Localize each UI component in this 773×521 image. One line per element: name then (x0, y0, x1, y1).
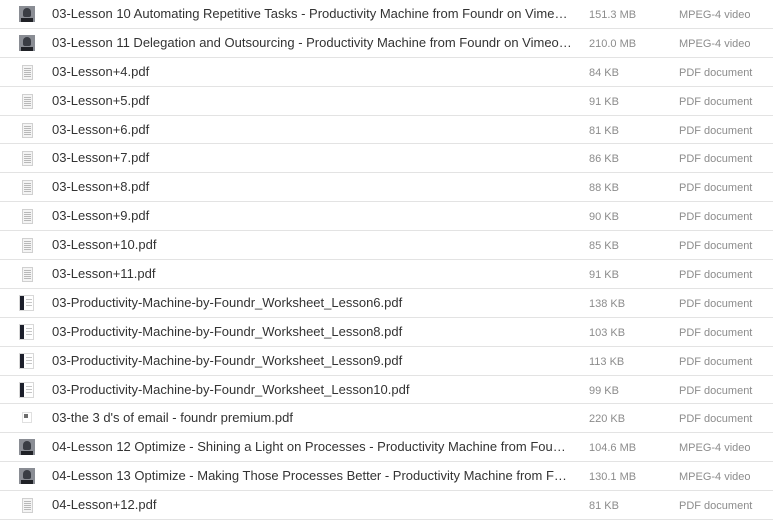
file-type: PDF document (679, 384, 753, 397)
file-size: 210.0 MB (589, 37, 637, 50)
file-size: 151.3 MB (589, 9, 637, 21)
file-type: PDF document (679, 240, 753, 253)
file-name: 04-Lesson 12 Optimize - Shining a Light … (52, 439, 572, 455)
worksheet-thumbnail-icon (19, 323, 34, 340)
file-name: 03-Lesson+6.pdf (52, 121, 150, 137)
file-size: 85 KB (589, 240, 619, 253)
file-size: 104.6 MB (589, 442, 637, 455)
pdf-thumbnail-icon (22, 93, 33, 109)
file-type: MPEG-4 video (679, 471, 751, 484)
file-name: 03-Lesson+7.pdf (52, 150, 150, 166)
video-thumbnail-icon (19, 6, 35, 22)
file-row[interactable]: 03-Productivity-Machine-by-Foundr_Worksh… (0, 289, 773, 318)
pdf-thumbnail-icon (22, 267, 33, 283)
video-thumbnail-icon (19, 34, 35, 51)
file-name: 03-Lesson+9.pdf (52, 208, 150, 224)
file-name: 03-Lesson 11 Delegation and Outsourcing … (52, 34, 572, 50)
file-type: PDF document (679, 326, 753, 339)
file-type: PDF document (679, 124, 753, 137)
file-size: 88 KB (589, 182, 619, 195)
file-row[interactable]: 03-Lesson+10.pdf 85 KB PDF document (0, 231, 773, 261)
worksheet-thumbnail-icon (19, 381, 34, 398)
file-type: PDF document (679, 153, 753, 166)
file-size: 84 KB (589, 66, 619, 79)
video-thumbnail-icon (19, 439, 35, 456)
file-row[interactable]: 03-Lesson 10 Automating Repetitive Tasks… (0, 0, 773, 29)
file-size: 138 KB (589, 297, 626, 310)
file-name: 03-Productivity-Machine-by-Foundr_Worksh… (52, 381, 410, 397)
file-size: 91 KB (589, 95, 619, 108)
file-type: PDF document (679, 500, 753, 513)
file-size: 103 KB (589, 326, 626, 339)
pdf-thumbnail-icon (22, 151, 33, 167)
file-size: 130.1 MB (589, 471, 637, 484)
file-name: 03-Lesson+10.pdf (52, 237, 157, 253)
file-row[interactable]: 03-the 3 d's of email - foundr premium.p… (0, 404, 773, 434)
file-name: 03-Lesson+8.pdf (52, 179, 150, 195)
file-type: PDF document (679, 211, 753, 224)
file-name: 04-Lesson+12.pdf (52, 497, 157, 513)
file-row[interactable]: 03-Lesson+4.pdf 84 KB PDF document (0, 58, 773, 87)
file-row[interactable]: 03-Lesson+6.pdf 81 KB PDF document (0, 116, 773, 145)
file-row[interactable]: 04-Lesson 12 Optimize - Shining a Light … (0, 433, 773, 463)
file-name: 03-the 3 d's of email - foundr premium.p… (52, 410, 293, 426)
file-size: 91 KB (589, 269, 619, 282)
file-type: PDF document (679, 66, 753, 79)
file-size: 81 KB (589, 500, 619, 513)
file-name: 03-Lesson+11.pdf (52, 266, 156, 282)
file-row[interactable]: 04-Lesson 13 Optimize - Making Those Pro… (0, 462, 773, 492)
video-thumbnail-icon (19, 468, 35, 485)
small-pdf-thumbnail-icon (22, 412, 32, 424)
file-size: 113 KB (589, 355, 625, 368)
file-name: 03-Lesson+4.pdf (52, 63, 150, 79)
file-size: 90 KB (589, 211, 619, 224)
file-type: MPEG-4 video (679, 442, 751, 455)
worksheet-thumbnail-icon (19, 352, 34, 369)
pdf-thumbnail-icon (22, 238, 33, 254)
file-size: 86 KB (589, 153, 619, 166)
pdf-thumbnail-icon (22, 209, 33, 225)
file-row[interactable]: 03-Lesson+8.pdf 88 KB PDF document (0, 173, 773, 203)
file-row[interactable]: 03-Productivity-Machine-by-Foundr_Worksh… (0, 318, 773, 347)
file-type: PDF document (679, 269, 753, 282)
file-row[interactable]: 03-Lesson+7.pdf 86 KB PDF document (0, 144, 773, 174)
file-name: 03-Productivity-Machine-by-Foundr_Worksh… (52, 294, 403, 310)
file-name: 03-Productivity-Machine-by-Foundr_Worksh… (52, 352, 403, 368)
pdf-thumbnail-icon (22, 498, 33, 514)
file-type: PDF document (679, 95, 753, 108)
file-row[interactable]: 04-Lesson+12.pdf 81 KB PDF document (0, 491, 773, 521)
file-type: PDF document (679, 297, 753, 310)
pdf-thumbnail-icon (22, 122, 33, 138)
file-row[interactable]: 03-Lesson+11.pdf 91 KB PDF document (0, 260, 773, 289)
file-size: 220 KB (589, 413, 626, 426)
file-row[interactable]: 03-Lesson+5.pdf 91 KB PDF document (0, 87, 773, 116)
file-row[interactable]: 03-Productivity-Machine-by-Foundr_Worksh… (0, 347, 773, 376)
file-type: PDF document (679, 182, 753, 195)
file-list: 03-Lesson 10 Automating Repetitive Tasks… (0, 0, 773, 521)
file-name: 04-Lesson 13 Optimize - Making Those Pro… (52, 468, 572, 484)
file-type: MPEG-4 video (679, 37, 751, 50)
file-size: 99 KB (589, 384, 619, 397)
pdf-thumbnail-icon (22, 180, 33, 196)
file-row[interactable]: 03-Lesson 11 Delegation and Outsourcing … (0, 29, 773, 58)
file-name: 03-Productivity-Machine-by-Foundr_Worksh… (52, 323, 403, 339)
file-type: PDF document (679, 355, 753, 368)
file-name: 03-Lesson 10 Automating Repetitive Tasks… (52, 6, 572, 21)
file-type: PDF document (679, 413, 753, 426)
file-name: 03-Lesson+5.pdf (52, 92, 150, 108)
pdf-thumbnail-icon (22, 64, 33, 80)
worksheet-thumbnail-icon (19, 294, 34, 311)
file-size: 81 KB (589, 124, 619, 137)
file-row[interactable]: 03-Productivity-Machine-by-Foundr_Worksh… (0, 376, 773, 405)
file-row[interactable]: 03-Lesson+9.pdf 90 KB PDF document (0, 202, 773, 232)
file-type: MPEG-4 video (679, 9, 751, 21)
